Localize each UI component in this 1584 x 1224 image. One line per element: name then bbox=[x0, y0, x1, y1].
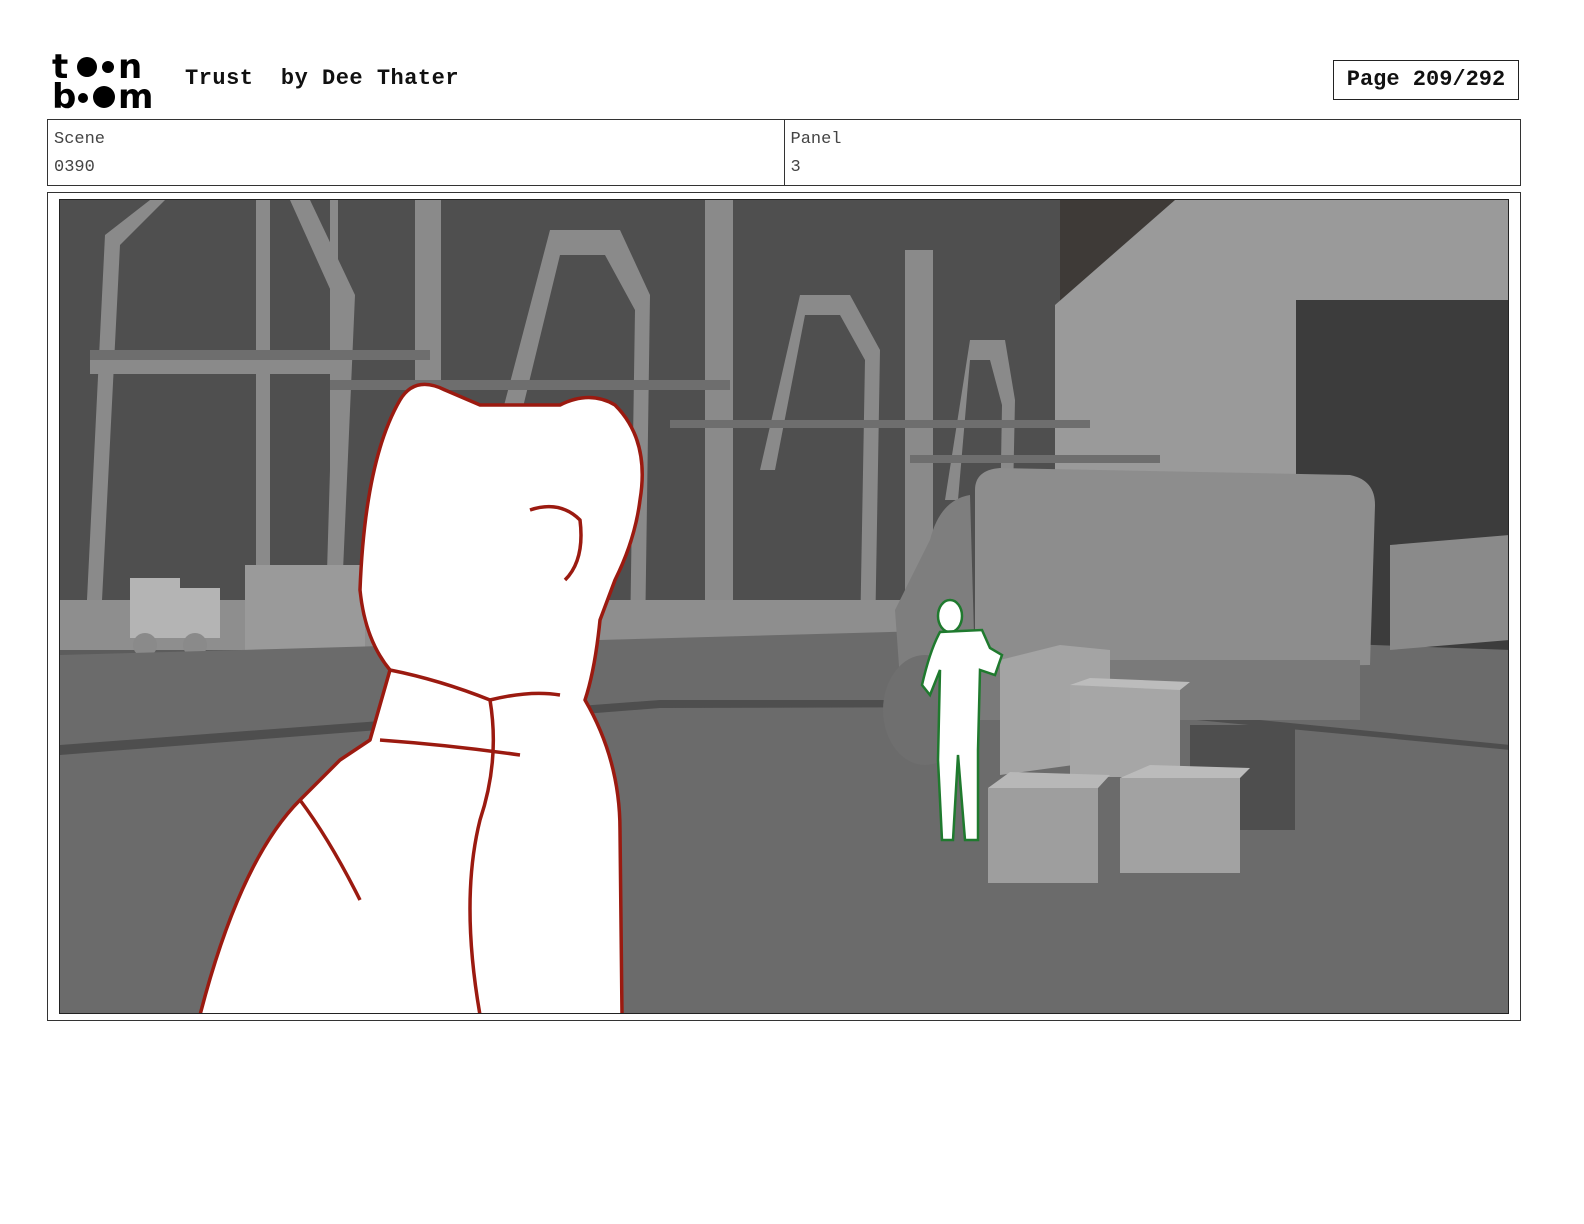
scene-cell: Scene 0390 bbox=[48, 120, 784, 185]
svg-text:b: b bbox=[52, 77, 76, 112]
panel-label: Panel bbox=[790, 130, 842, 149]
panel-value: 3 bbox=[790, 158, 801, 177]
storyboard-panel-image bbox=[59, 199, 1509, 1014]
panel-cell: Panel 3 bbox=[783, 120, 1521, 185]
svg-text:m: m bbox=[118, 77, 153, 112]
scene-value: 0390 bbox=[54, 158, 95, 177]
toon-boom-logo: t n b m bbox=[52, 47, 162, 117]
page-number: Page 209/292 bbox=[1333, 60, 1519, 100]
scene-panel-info: Scene 0390 Panel 3 bbox=[47, 119, 1521, 186]
storyboard-title: Trust by Dee Thater bbox=[185, 66, 460, 91]
scene-label: Scene bbox=[54, 130, 106, 149]
